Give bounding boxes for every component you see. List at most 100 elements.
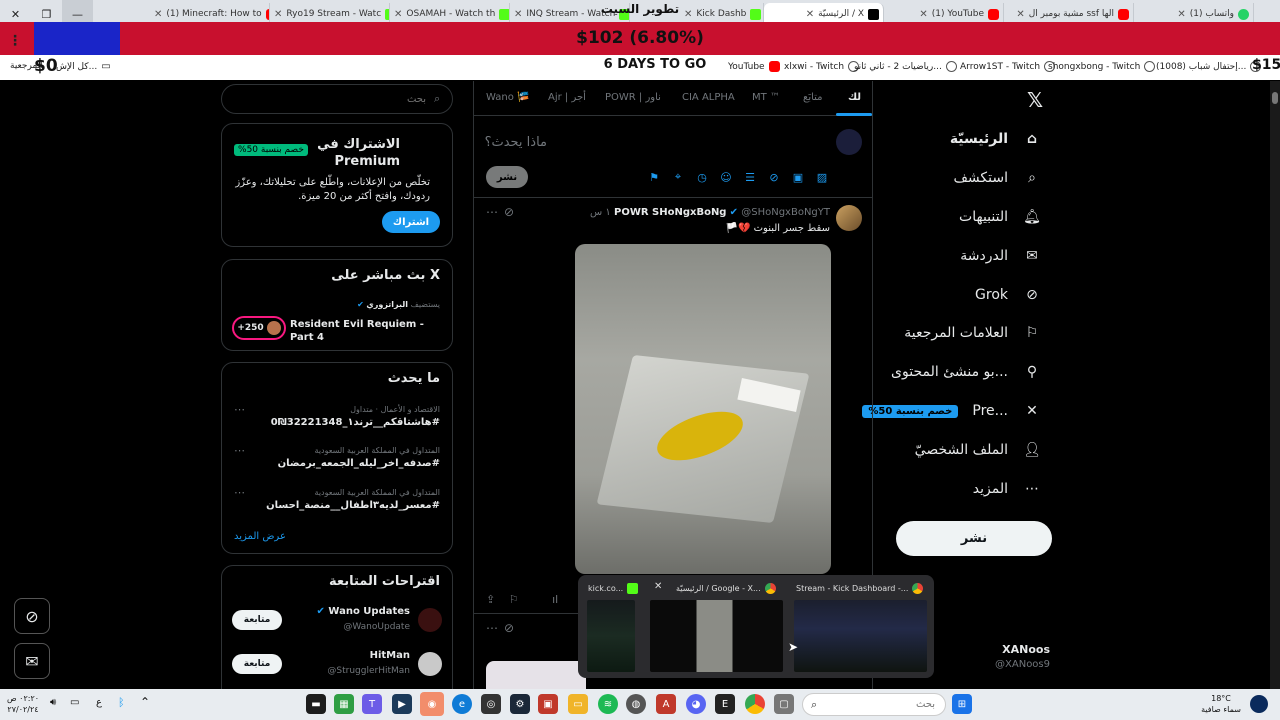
- windows-start-icon[interactable]: ⊞: [952, 694, 972, 714]
- tab-close-icon[interactable]: ✕: [806, 9, 814, 20]
- obs-icon[interactable]: ◎: [481, 694, 501, 714]
- nav-notifications[interactable]: 🔔︎ التنبيهات: [959, 201, 1042, 233]
- trend-name[interactable]: #هاشتاقكم__ترند١_32221348₪0: [271, 417, 440, 428]
- post-button[interactable]: نشر: [896, 521, 1052, 556]
- share-icon[interactable]: ⇪: [486, 593, 495, 606]
- steam-icon[interactable]: ⚙: [510, 694, 530, 714]
- follow-button[interactable]: متابعة: [232, 654, 282, 674]
- app-icon[interactable]: A: [656, 694, 676, 714]
- close-icon[interactable]: ✕: [654, 581, 662, 592]
- tab-close-icon[interactable]: ✕: [394, 9, 402, 20]
- app-icon[interactable]: ▢: [774, 694, 794, 714]
- bookmark-icon[interactable]: ⚐: [509, 593, 519, 606]
- live-listeners[interactable]: +250: [232, 316, 286, 340]
- tab-close-icon[interactable]: ✕: [919, 9, 927, 20]
- follow-button[interactable]: متابعة: [232, 610, 282, 630]
- bookmark-arrow1st[interactable]: Arrow1ST - Twitch: [960, 61, 1056, 72]
- emoji-icon[interactable]: ☺: [719, 170, 733, 184]
- search-box[interactable]: ⌕: [221, 84, 453, 114]
- preview-thumbnail[interactable]: [587, 600, 635, 672]
- nav-profile[interactable]: 👤︎ الملف الشخصيّ: [915, 434, 1042, 466]
- image-icon[interactable]: ▨: [815, 170, 829, 184]
- taskbar-search-input[interactable]: [825, 694, 945, 715]
- tab-wano[interactable]: Wano 🎏: [486, 92, 529, 103]
- edge-icon[interactable]: e: [452, 694, 472, 714]
- nav-messages[interactable]: ✉ الدردشة: [960, 240, 1042, 272]
- nav-more[interactable]: ⋯ المزيد: [973, 473, 1042, 505]
- scrollbar-thumb[interactable]: [1272, 92, 1278, 104]
- bookmark-math[interactable]: رياضيات 2 - ثاني ثانو...: [854, 61, 957, 72]
- live-show-title[interactable]: Resident Evil Requiem - Part 4: [290, 318, 440, 344]
- tweet-time[interactable]: ١ س: [590, 207, 611, 218]
- chrome-icon[interactable]: [745, 694, 765, 714]
- views-icon[interactable]: ıl: [552, 593, 558, 606]
- network-icon[interactable]: ▭: [70, 697, 79, 708]
- more-icon[interactable]: ⋯: [234, 486, 245, 499]
- search-input[interactable]: [222, 85, 434, 113]
- tab-following[interactable]: متابَع: [803, 92, 823, 103]
- tweet-author[interactable]: POWR SHoNgxBoNg: [614, 207, 726, 218]
- bookmark-celebration[interactable]: (1008) إحتفال شباب...: [1156, 61, 1262, 72]
- compose-post-button[interactable]: نشر: [486, 166, 528, 188]
- app-icon[interactable]: ▶: [392, 694, 412, 714]
- flag-icon[interactable]: ⚑: [647, 170, 661, 184]
- epic-icon[interactable]: E: [715, 694, 735, 714]
- trend-name[interactable]: #معسر_لديه٣اطفال__منصة_احسان: [266, 500, 440, 511]
- nav-creator-studio[interactable]: ⚲ ...بو منشئ المحتوى: [891, 356, 1042, 388]
- tweet-photo[interactable]: [575, 244, 831, 574]
- preview-thumbnail[interactable]: [794, 600, 927, 672]
- subscribe-button[interactable]: اشتراك: [382, 211, 440, 233]
- grok-icon[interactable]: ⊘: [504, 205, 514, 219]
- page-scrollbar[interactable]: [1270, 81, 1280, 689]
- browser-menu-icon[interactable]: ⋮: [8, 33, 22, 49]
- nav-premium[interactable]: ✕ ...Pre خصم بنسبة 50%: [862, 395, 1042, 427]
- clock[interactable]: ٠٢:٢٠ ص ٢٧/٠٢/٢٤: [6, 693, 40, 715]
- weather-widget[interactable]: 18°C سماء صافية: [1196, 693, 1246, 715]
- bookmark-youtube[interactable]: YouTube: [728, 61, 780, 72]
- more-icon[interactable]: ⋯: [234, 403, 245, 416]
- schedule-icon[interactable]: ◷: [695, 170, 709, 184]
- account-switcher[interactable]: XANoos @XANoos9: [908, 641, 1050, 677]
- tweet-handle[interactable]: @SHoNgxBoNgYT: [741, 207, 830, 218]
- trend-name[interactable]: #صدفه_اخر_ليله_الجمعه_برمضان: [278, 458, 440, 469]
- tab-close-icon[interactable]: ✕: [1016, 9, 1024, 20]
- tab-mt[interactable]: MT ™: [752, 92, 780, 103]
- grok-icon[interactable]: ⊘: [504, 621, 514, 635]
- tab-powr[interactable]: POWR | ناور: [605, 92, 661, 103]
- app-icon[interactable]: ◉: [420, 692, 444, 716]
- location-icon[interactable]: ⌖: [671, 170, 685, 184]
- nav-explore[interactable]: ⌕ استكشف: [953, 162, 1042, 194]
- more-icon[interactable]: ⋯: [486, 205, 498, 219]
- gif-icon[interactable]: ▣: [791, 170, 805, 184]
- poll-icon[interactable]: ☰: [743, 170, 757, 184]
- bluetooth-icon[interactable]: ᛒ: [118, 696, 125, 709]
- discord-icon[interactable]: ◕: [686, 694, 706, 714]
- bookmark-xlxwi[interactable]: xlxwi - Twitch: [784, 61, 860, 72]
- x-logo-icon[interactable]: 𝕏: [1024, 88, 1046, 112]
- app-icon[interactable]: ◍: [626, 694, 646, 714]
- nav-bookmarks[interactable]: ⚐ العلامات المرجعية: [904, 317, 1042, 349]
- grok-icon[interactable]: ⊘: [767, 170, 781, 184]
- app-icon[interactable]: ▬: [306, 694, 326, 714]
- nav-grok[interactable]: ⊘ Grok: [975, 279, 1042, 311]
- suggestion-name[interactable]: Wano Updates ✔: [317, 606, 410, 617]
- tab-close-icon[interactable]: ✕: [154, 9, 162, 20]
- language-indicator[interactable]: ع: [96, 697, 102, 708]
- tweet-photo[interactable]: [486, 661, 586, 689]
- bookmark-all[interactable]: كل الإش... ▭: [56, 61, 111, 72]
- messages-icon[interactable]: ✉: [14, 643, 50, 679]
- tab-close-icon[interactable]: ✕: [274, 9, 282, 20]
- show-more-link[interactable]: عرض المزيد: [234, 531, 286, 542]
- chevron-up-icon[interactable]: ⌃: [140, 695, 150, 709]
- spotify-icon[interactable]: ≋: [598, 694, 618, 714]
- tab-close-icon[interactable]: ✕: [514, 9, 522, 20]
- grok-icon[interactable]: ⊘: [14, 598, 50, 634]
- bookmark-shongxbong[interactable]: shongxbong - Twitch: [1048, 61, 1156, 72]
- nav-home[interactable]: ⌂ الرئيسيّة: [950, 123, 1042, 155]
- teams-icon[interactable]: T: [362, 694, 382, 714]
- tab-close-icon[interactable]: ✕: [1177, 9, 1185, 20]
- folder-icon[interactable]: ▭: [568, 694, 588, 714]
- volume-icon[interactable]: 🔊︎: [50, 697, 56, 708]
- more-icon[interactable]: ⋯: [234, 444, 245, 457]
- avatar[interactable]: [418, 608, 442, 632]
